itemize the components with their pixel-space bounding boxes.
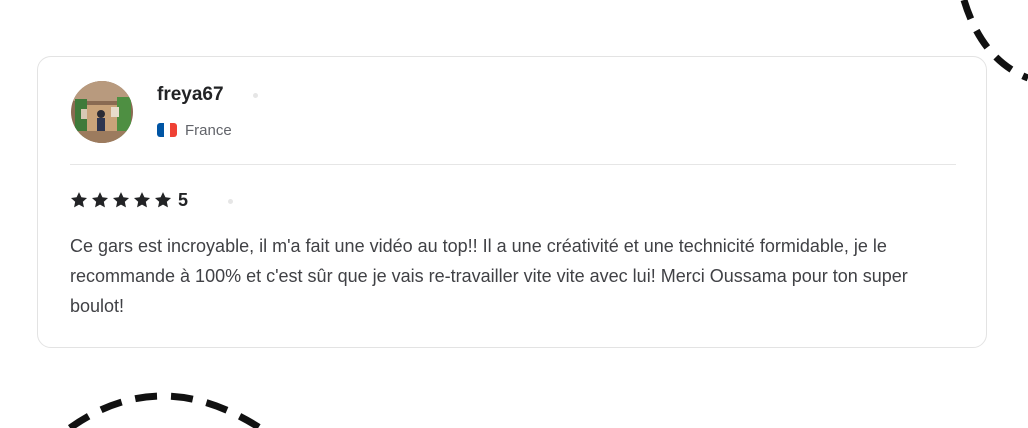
review-text: Ce gars est incroyable, il m'a fait une …	[70, 236, 908, 316]
user-avatar[interactable]	[71, 81, 133, 143]
rating-value: 5	[178, 189, 189, 210]
france-flag-icon	[157, 123, 177, 137]
country-name: France	[185, 121, 232, 139]
separator-dot	[253, 93, 258, 98]
star-rating	[70, 191, 175, 209]
star-icon	[112, 192, 130, 208]
star-icon	[70, 192, 88, 208]
separator-dot	[228, 199, 233, 204]
divider	[70, 164, 956, 165]
reviewer-username[interactable]: freya67	[157, 83, 224, 107]
review-card: freya67 France 5 Ce gars est incroyable,…	[37, 56, 987, 348]
star-icon	[154, 192, 172, 208]
star-icon	[133, 192, 151, 208]
dashed-arc-decoration-bottom-left	[67, 392, 262, 428]
rating: 5	[70, 187, 188, 213]
star-icon	[91, 192, 109, 208]
reviewer-country: France	[157, 121, 232, 139]
page: freya67 France 5 Ce gars est incroyable,…	[0, 0, 1028, 428]
